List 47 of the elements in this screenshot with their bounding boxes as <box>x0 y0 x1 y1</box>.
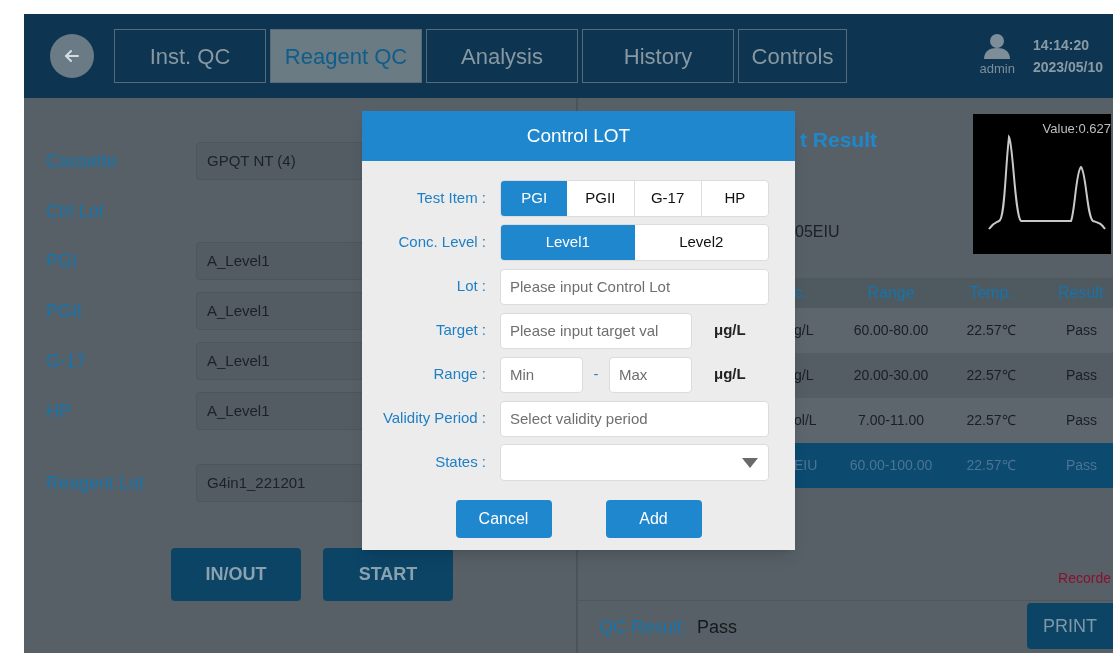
table-cell-text: 22.57℃ <box>965 456 1017 475</box>
column-header: c. <box>794 283 808 303</box>
qc-result-value: Pass <box>697 615 738 639</box>
table-cell-text: g/L <box>794 321 815 340</box>
form-label: Target : <box>434 320 487 341</box>
form-label: Range : <box>432 364 487 385</box>
unit-label: μg/L <box>714 320 746 341</box>
table-cell-text: Pass <box>1065 456 1099 475</box>
table-cell-text: EIU <box>794 456 819 475</box>
field-label: PGI <box>46 249 78 273</box>
clock-date: 2023/05/10 <box>1032 58 1103 77</box>
form-label: Lot : <box>455 276 487 297</box>
table-cell-text: 22.57℃ <box>965 366 1017 385</box>
value-readout: Value:0.627 <box>1042 120 1111 138</box>
unit-label: μg/L <box>714 364 746 385</box>
qc-result-label: QC Result: <box>599 615 688 639</box>
result-title: t Result <box>800 127 878 153</box>
column-header: Result <box>1057 283 1104 303</box>
table-cell-text: 20.00-30.00 <box>852 366 930 385</box>
clock-time: 14:14:20 <box>1032 36 1089 55</box>
table-cell-text: 60.00-100.00 <box>848 456 934 475</box>
status-note: Recorde <box>1058 569 1111 588</box>
table-cell-text: Pass <box>1065 366 1099 385</box>
form-label: Test Item : <box>415 188 487 209</box>
table-cell-text: Pass <box>1065 321 1099 340</box>
table-cell-text: 60.00-80.00 <box>852 321 930 340</box>
field-label: PGII <box>46 299 83 323</box>
table-cell-text: 22.57℃ <box>965 411 1017 430</box>
table-cell-text: Pass <box>1065 411 1099 430</box>
table-cell-text: 22.57℃ <box>965 321 1017 340</box>
column-header: Range <box>866 283 916 303</box>
dialog-title: Control LOT <box>362 111 795 161</box>
field-label: Reagent Lot <box>46 471 146 495</box>
range-separator: - <box>592 364 600 385</box>
field-label: Cassette <box>46 149 119 173</box>
table-cell-text: g/L <box>794 366 815 385</box>
table-cell-text: ol/L <box>794 411 818 430</box>
column-header: Temp. <box>968 283 1014 303</box>
field-label: G-17 <box>46 349 88 373</box>
field-label: Ctrl Lot <box>46 199 106 223</box>
form-label: Validity Period : <box>381 408 487 429</box>
sample-id: 05EIU <box>795 221 841 242</box>
user-name: admin <box>979 60 1015 79</box>
form-label: States : <box>434 452 487 473</box>
table-cell-text: 7.00-11.00 <box>857 411 925 430</box>
field-label: HP <box>46 399 72 423</box>
form-label: Conc. Level : <box>397 232 487 253</box>
